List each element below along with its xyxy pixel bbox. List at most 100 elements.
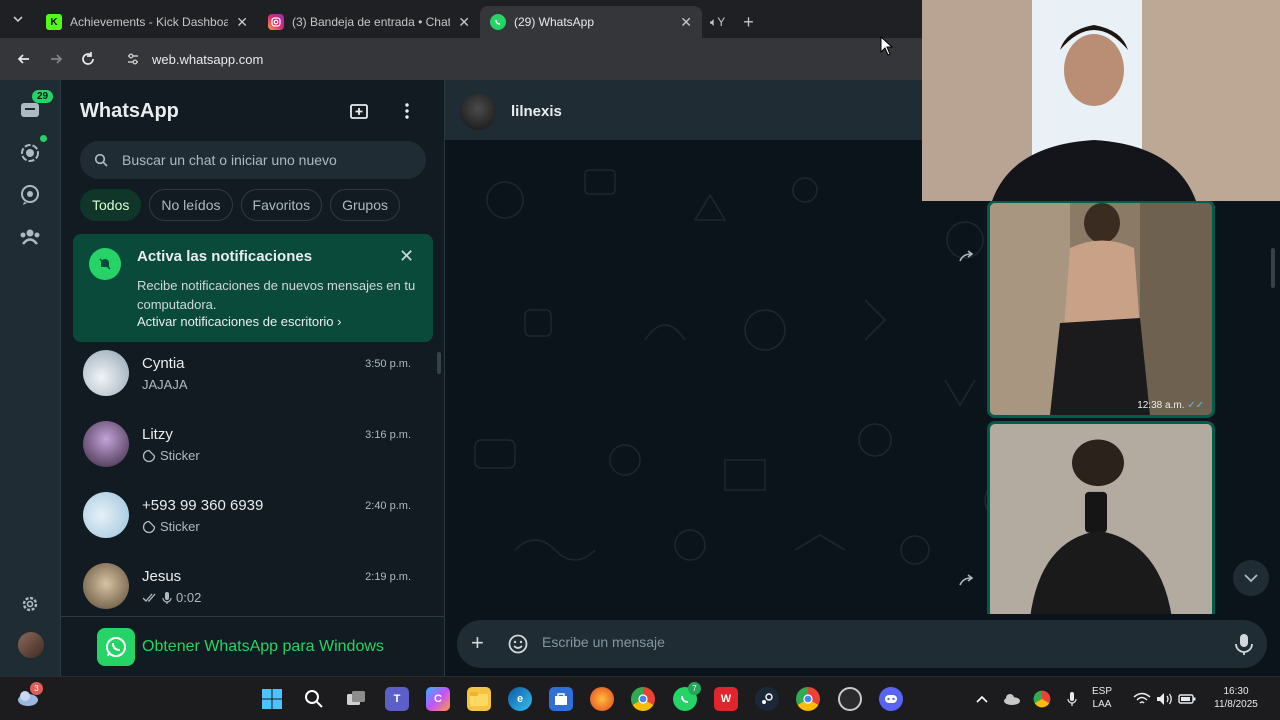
reload-button[interactable] [76, 47, 100, 71]
chevron-up-icon[interactable] [970, 687, 994, 711]
avatar [83, 350, 129, 396]
edge-icon[interactable]: e [508, 687, 532, 711]
tab-whatsapp[interactable]: (29) WhatsApp ✕ [480, 6, 702, 38]
filter-all[interactable]: Todos [80, 189, 142, 221]
chrome-profile-icon[interactable] [796, 687, 820, 711]
tab-title-partial: Y [717, 15, 726, 29]
new-tab-button[interactable]: + [733, 6, 764, 38]
message-time: 12:38 a.m. ✓✓ [1137, 400, 1204, 411]
webcam-image [922, 0, 1280, 201]
chat-preview: 0:02 [142, 590, 201, 605]
photo-image [990, 203, 1212, 415]
input-language[interactable]: ESP LAA [1092, 685, 1112, 711]
search-icon[interactable] [302, 687, 326, 711]
microphone-icon[interactable] [1233, 632, 1255, 656]
firefox-icon[interactable] [590, 687, 614, 711]
message-input[interactable] [542, 634, 1202, 650]
chat-time: 2:40 p.m. [365, 500, 411, 512]
filter-unread[interactable]: No leídos [149, 189, 233, 221]
communities-icon[interactable] [17, 223, 43, 249]
address-bar[interactable]: web.whatsapp.com [114, 44, 934, 74]
image-message[interactable] [987, 421, 1215, 621]
onedrive-icon[interactable] [1000, 687, 1024, 711]
windows-start-icon[interactable] [260, 687, 284, 711]
filter-favorites[interactable]: Favoritos [240, 189, 323, 221]
battery-icon[interactable] [1175, 687, 1199, 711]
clock[interactable]: 16:30 11/8/2025 [1206, 685, 1266, 711]
channels-icon[interactable] [17, 182, 43, 208]
language-code: ESP [1092, 686, 1113, 697]
clock-date: 11/8/2025 [1214, 699, 1258, 710]
attach-plus-icon[interactable]: + [471, 632, 484, 654]
tab-instagram[interactable]: (3) Bandeja de entrada • Chats ✕ [258, 6, 480, 38]
enable-notifications-label: Activar notificaciones de escritorio [137, 314, 334, 329]
search-box[interactable] [80, 141, 426, 179]
wps-office-icon[interactable]: W [714, 687, 738, 711]
webcam-overlay [922, 0, 1280, 201]
status-icon[interactable] [17, 140, 43, 166]
profile-avatar[interactable] [18, 632, 44, 658]
tab-audio-partial[interactable]: 🔈︎ Y [702, 6, 733, 38]
mouse-cursor-icon [880, 36, 894, 56]
copilot-icon[interactable]: C [426, 687, 450, 711]
chrome-icon[interactable] [631, 687, 655, 711]
volume-icon[interactable] [1153, 687, 1177, 711]
discord-icon[interactable] [879, 687, 903, 711]
forward-icon[interactable] [959, 250, 977, 264]
close-tab-icon[interactable]: ✕ [458, 14, 470, 31]
list-item[interactable]: Litzy 3:16 p.m. Sticker [61, 417, 445, 488]
menu-kebab-icon[interactable] [396, 100, 418, 122]
tab-kick-dashboard[interactable]: K Achievements - Kick Dashboard ✕ [36, 6, 258, 38]
close-tab-icon[interactable]: ✕ [236, 14, 248, 31]
chat-preview-text: 0:02 [176, 590, 202, 605]
avatar[interactable] [460, 94, 496, 130]
close-tab-icon[interactable]: ✕ [680, 14, 692, 31]
teams-icon[interactable]: T [385, 687, 409, 711]
weather-badge: 3 [30, 682, 43, 695]
list-item[interactable]: +593 99 360 6939 2:40 p.m. Sticker [61, 488, 445, 559]
chat-list-scrollbar[interactable] [437, 352, 441, 374]
task-view-icon[interactable] [344, 687, 368, 711]
back-button[interactable] [12, 47, 36, 71]
avatar [83, 563, 129, 609]
file-explorer-icon[interactable] [467, 687, 491, 711]
enable-notifications-link[interactable]: Activar notificaciones de escritorio › [137, 314, 342, 329]
whatsapp-taskbar-badge: 7 [688, 682, 701, 695]
message-composer: + [445, 614, 1280, 676]
tab-title: Achievements - Kick Dashboard [70, 15, 229, 29]
composer-box: + [457, 620, 1267, 668]
tab-search-chevron-icon[interactable] [0, 0, 36, 38]
microphone-tray-icon[interactable] [1060, 687, 1084, 711]
steam-icon[interactable] [755, 687, 779, 711]
keyboard-layout: LAA [1092, 699, 1112, 710]
image-message[interactable]: 12:38 a.m. ✓✓ [987, 200, 1215, 418]
get-windows-app-link[interactable]: Obtener WhatsApp para Windows [61, 616, 445, 676]
search-input[interactable] [122, 152, 412, 168]
list-item[interactable]: Cyntia 3:50 p.m. JAJAJA [61, 346, 445, 417]
chevron-down-icon [1244, 574, 1258, 583]
wifi-icon[interactable] [1130, 687, 1154, 711]
settings-gear-icon[interactable] [17, 591, 43, 617]
emoji-sticker-icon[interactable] [507, 633, 529, 655]
scroll-to-bottom-button[interactable] [1233, 560, 1269, 596]
bell-off-icon [89, 248, 121, 280]
avatar [83, 492, 129, 538]
filter-groups[interactable]: Grupos [330, 189, 401, 221]
store-icon[interactable] [549, 687, 573, 711]
chrome-tray-icon[interactable] [1033, 690, 1051, 708]
search-icon [94, 153, 108, 167]
chat-sidebar: WhatsApp Todos No leídos Favoritos Grupo… [61, 80, 445, 676]
conversation-scrollbar[interactable] [1271, 248, 1275, 288]
site-info-icon[interactable] [126, 52, 140, 66]
app-icon[interactable] [838, 687, 862, 711]
contact-name: lilnexis [511, 103, 562, 120]
close-icon[interactable]: ✕ [399, 246, 414, 267]
list-item[interactable]: Jesus 2:19 p.m. 0:02 [61, 559, 445, 616]
notifications-banner: Activa las notificaciones ✕ Recibe notif… [73, 234, 433, 342]
forward-icon[interactable] [959, 574, 977, 588]
voice-note-icon [162, 591, 172, 604]
filter-chips: Todos No leídos Favoritos Grupos [80, 189, 401, 221]
forward-arrow-icon [51, 54, 63, 64]
new-chat-icon[interactable] [348, 100, 370, 122]
forward-button[interactable] [44, 47, 68, 71]
